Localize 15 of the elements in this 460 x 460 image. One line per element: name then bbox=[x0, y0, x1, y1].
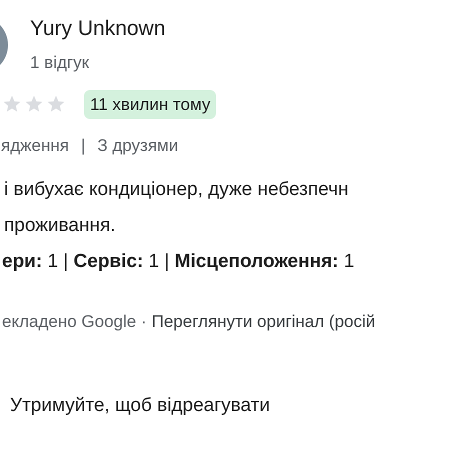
reviewer-name[interactable]: Yury Unknown bbox=[30, 16, 166, 42]
translation-note: екладено Google · bbox=[2, 310, 147, 332]
review-count: 1 відгук bbox=[30, 52, 90, 74]
separator: | bbox=[80, 135, 86, 157]
review-text: проживання. bbox=[4, 214, 117, 238]
star-icon bbox=[24, 94, 44, 114]
hold-to-react-hint[interactable]: Утримуйте, щоб відреагувати bbox=[10, 395, 270, 416]
star-icon bbox=[46, 94, 66, 114]
review-text: і вибухає кондиціонер, дуже небезпечн bbox=[4, 178, 350, 202]
review-scores: ери: 1 | Сервіс: 1 | Місцеположення: 1 bbox=[2, 250, 356, 274]
trip-type: ядження bbox=[1, 135, 69, 157]
time-badge: 11 хвилин тому bbox=[84, 90, 216, 119]
trip-company: З друзями bbox=[97, 135, 178, 157]
star-icon bbox=[2, 94, 22, 114]
view-original-link[interactable]: Переглянути оригінал (росій bbox=[152, 308, 376, 334]
